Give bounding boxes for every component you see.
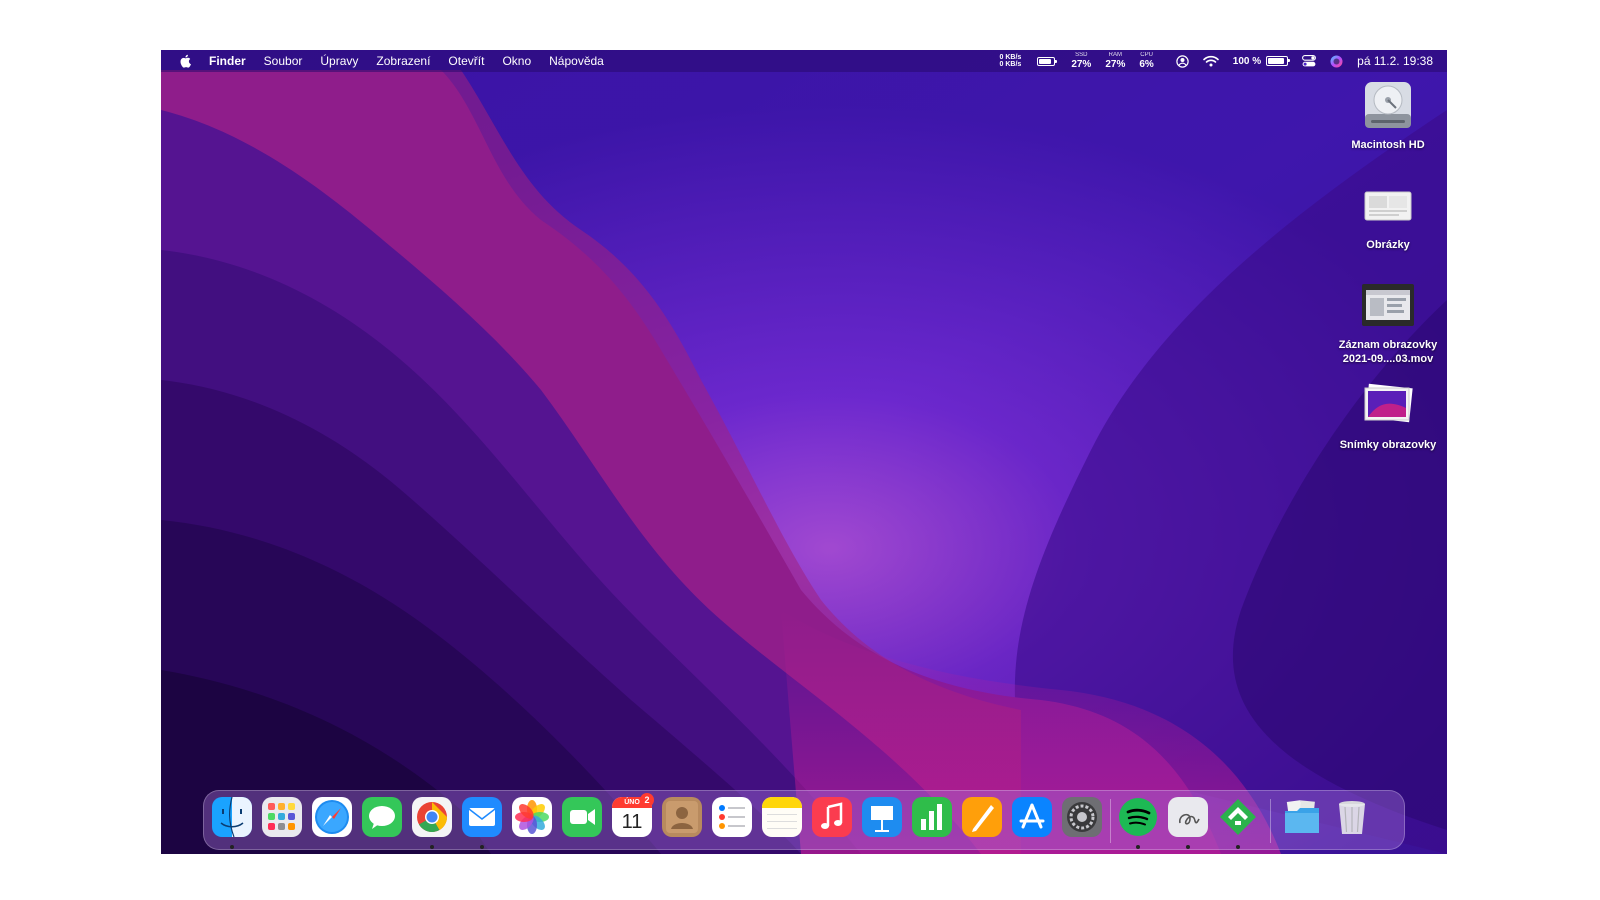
dock-feedly[interactable] [1218, 797, 1258, 837]
menu-zobrazeni[interactable]: Zobrazení [376, 54, 430, 68]
ram-stat[interactable]: RAM 27% [1105, 52, 1125, 70]
ssd-value: 27% [1071, 59, 1092, 70]
network-speed[interactable]: 0 KB/s 0 KB/s [1000, 54, 1022, 68]
numbers-icon [912, 797, 952, 837]
feedly-icon [1220, 799, 1256, 835]
desktop-icon-screen-recording[interactable]: Záznam obrazovky 2021-09....03.mov [1333, 278, 1443, 366]
dock-launchpad[interactable] [262, 797, 302, 837]
running-indicator [1136, 845, 1140, 849]
desktop-icon-label-line1: Záznam obrazovky [1338, 339, 1438, 351]
dock-music[interactable] [812, 797, 852, 837]
menu-otevrit[interactable]: Otevřít [448, 54, 484, 68]
facetime-icon [562, 797, 602, 837]
ssd-stat[interactable]: SSD 27% [1071, 52, 1091, 70]
signature-app-icon [1168, 797, 1208, 837]
downloads-folder-icon [1285, 800, 1319, 833]
desktop-icon-obrazky[interactable]: Obrázky [1333, 178, 1443, 252]
calendar-day: 11 [621, 811, 643, 833]
dock-trash[interactable] [1332, 797, 1372, 837]
dock-script-editor[interactable] [1168, 797, 1208, 837]
cpu-value: 6% [1139, 59, 1154, 70]
calendar-badge: 2 [640, 793, 654, 807]
ssd-label: SSD [1075, 52, 1088, 58]
notes-icon [762, 797, 802, 837]
net-down: 0 KB/s [999, 61, 1022, 68]
cpu-stat[interactable]: CPU 6% [1139, 52, 1153, 70]
dock-separator [1270, 799, 1271, 843]
dock-mail[interactable] [462, 797, 502, 837]
dock-messages[interactable] [362, 797, 402, 837]
menu-app-name[interactable]: Finder [209, 54, 246, 68]
messages-icon [362, 797, 402, 837]
desktop-icon-label: Macintosh HD [1351, 139, 1425, 151]
wallpaper [161, 50, 1447, 854]
net-up: 0 KB/s [999, 54, 1022, 61]
dock-photos[interactable] [512, 797, 552, 837]
menu-soubor[interactable]: Soubor [264, 54, 303, 68]
dock-contacts[interactable] [662, 797, 702, 837]
menu-bar: Finder Soubor Úpravy Zobrazení Otevřít O… [161, 50, 1447, 72]
ram-value: 27% [1105, 59, 1126, 70]
dock-facetime[interactable] [562, 797, 602, 837]
dock-spotify[interactable] [1118, 797, 1158, 837]
dock-numbers[interactable] [912, 797, 952, 837]
wifi-icon[interactable] [1202, 55, 1219, 67]
ram-label: RAM [1108, 52, 1122, 58]
dock-downloads[interactable] [1282, 797, 1322, 837]
music-icon [812, 797, 852, 837]
battery-icon[interactable] [1266, 56, 1291, 66]
contacts-icon [662, 797, 702, 837]
running-indicator [230, 845, 234, 849]
reminders-icon [712, 797, 752, 837]
running-indicator [480, 845, 484, 849]
dock-keynote[interactable] [862, 797, 902, 837]
dock-reminders[interactable] [712, 797, 752, 837]
battery-percent[interactable]: 100 % [1233, 56, 1261, 67]
menu-napoveda[interactable]: Nápověda [549, 54, 604, 68]
desktop-icon-label: Obrázky [1366, 239, 1410, 251]
screenshot-icon [1364, 383, 1413, 423]
battery-status-icon[interactable] [1037, 56, 1058, 66]
spotify-icon [1119, 798, 1157, 836]
menubar-clock[interactable]: pá 11.2. 19:38 [1357, 54, 1433, 68]
mail-icon [462, 797, 502, 837]
finder-icon [212, 797, 252, 837]
safari-icon [312, 797, 352, 837]
keynote-icon [862, 797, 902, 837]
dock-safari[interactable] [312, 797, 352, 837]
dock-notes[interactable] [762, 797, 802, 837]
chrome-icon [412, 797, 452, 837]
desktop-icon-label: Snímky obrazovky [1339, 439, 1437, 451]
menu-upravy[interactable]: Úpravy [320, 54, 358, 68]
launchpad-icon [262, 797, 302, 837]
running-indicator [1236, 845, 1240, 849]
dock-chrome[interactable] [412, 797, 452, 837]
desktop-icon-macintosh-hd[interactable]: Macintosh HD [1333, 78, 1443, 152]
video-file-icon [1362, 284, 1414, 326]
hard-drive-icon [1365, 82, 1411, 128]
dock-system-preferences[interactable] [1062, 797, 1102, 837]
menu-okno[interactable]: Okno [502, 54, 531, 68]
dock-finder[interactable] [212, 797, 252, 837]
system-preferences-icon [1062, 797, 1102, 837]
photos-icon [512, 797, 552, 837]
dock: ÚNO 11 2 [203, 790, 1405, 850]
apple-logo-icon[interactable] [179, 54, 191, 68]
desktop-icon-snimky-obrazovky[interactable]: Snímky obrazovky [1333, 378, 1443, 452]
desktop-icon-label-line2: 2021-09....03.mov [1342, 353, 1434, 365]
cpu-label: CPU [1140, 52, 1153, 58]
desktop-screen: Finder Soubor Úpravy Zobrazení Otevřít O… [161, 50, 1447, 854]
running-indicator [430, 845, 434, 849]
siri-icon[interactable] [1330, 55, 1343, 68]
app-store-icon [1012, 797, 1052, 837]
trash-icon [1339, 801, 1365, 834]
dock-separator [1110, 799, 1111, 843]
folder-pictures-icon [1364, 191, 1412, 221]
dock-app-store[interactable] [1012, 797, 1052, 837]
dock-pages[interactable] [962, 797, 1002, 837]
user-account-icon[interactable] [1176, 54, 1189, 68]
pages-icon [962, 797, 1002, 837]
running-indicator [1186, 845, 1190, 849]
control-center-icon[interactable] [1302, 55, 1317, 67]
